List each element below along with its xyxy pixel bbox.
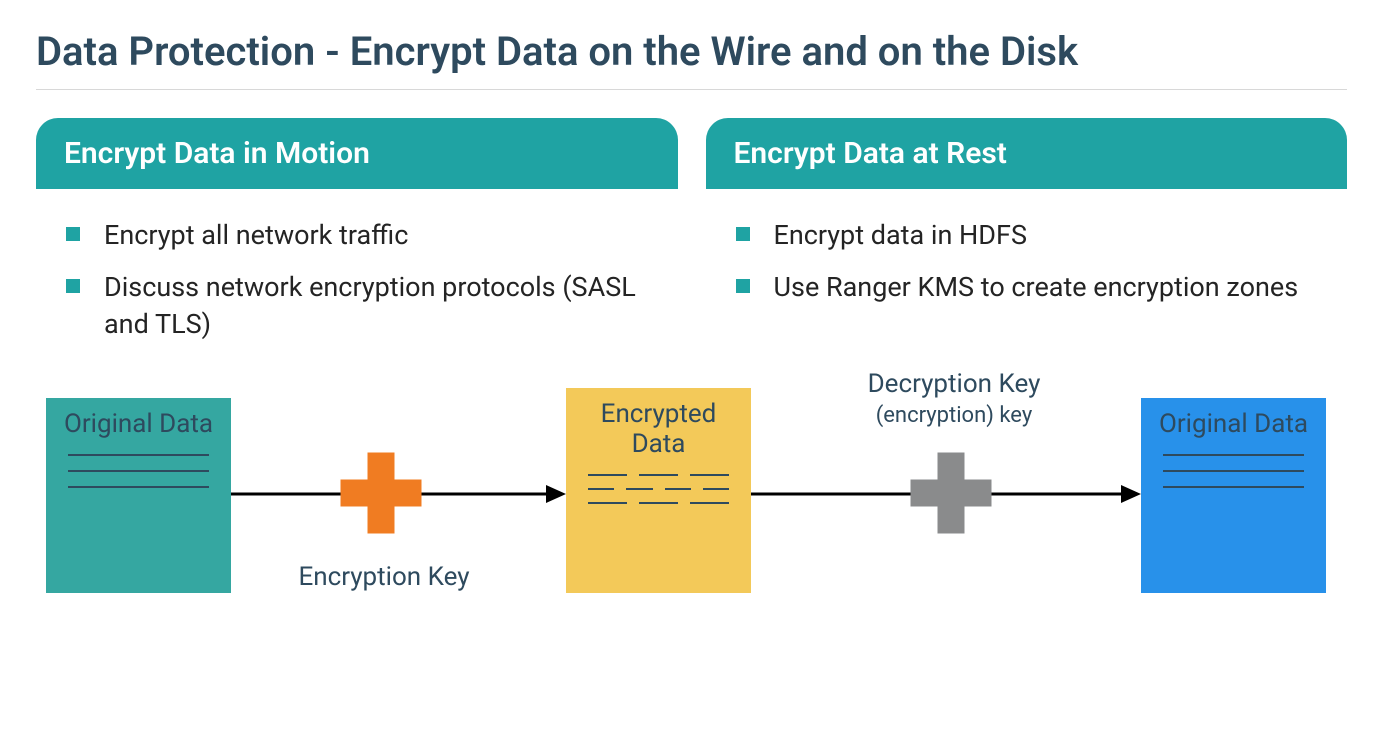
doc-lines-icon (62, 454, 215, 488)
doc-lines-icon (1157, 454, 1310, 488)
columns: Encrypt Data in Motion Encrypt all netwo… (36, 118, 1347, 358)
right-bullets: Encrypt data in HDFS Use Ranger KMS to c… (706, 189, 1348, 306)
right-column: Encrypt Data at Rest Encrypt data in HDF… (706, 118, 1348, 358)
box-label: Encrypted Data (582, 400, 735, 460)
left-heading: Encrypt Data in Motion (36, 118, 678, 189)
encryption-key-label: Encryption Key (284, 563, 484, 593)
decryption-key-label: Decryption Key (encryption) key (814, 370, 1094, 430)
bullet-item: Encrypt all network traffic (66, 217, 668, 253)
divider (36, 89, 1347, 90)
bullet-item: Encrypt data in HDFS (736, 217, 1338, 253)
bullet-item: Discuss network encryption protocols (SA… (66, 269, 668, 342)
right-heading: Encrypt Data at Rest (706, 118, 1348, 189)
box-label: Original Data (62, 410, 215, 440)
encryption-diagram: Original Data Encrypted Data Original Da… (36, 388, 1347, 648)
left-column: Encrypt Data in Motion Encrypt all netwo… (36, 118, 678, 358)
slide-title: Data Protection - Encrypt Data on the Wi… (36, 28, 1347, 75)
original-data-box-right: Original Data (1141, 398, 1326, 593)
doc-lines-dashed-icon (582, 474, 735, 502)
encrypted-data-box: Encrypted Data (566, 388, 751, 593)
plus-icon-decryption (906, 448, 996, 538)
decryption-key-label-line1: Decryption Key (868, 369, 1041, 399)
decryption-key-label-line2: (encryption) key (876, 403, 1033, 428)
bullet-item: Use Ranger KMS to create encryption zone… (736, 269, 1338, 305)
left-bullets: Encrypt all network traffic Discuss netw… (36, 189, 678, 342)
original-data-box-left: Original Data (46, 398, 231, 593)
box-label: Original Data (1157, 410, 1310, 440)
plus-icon-encryption (336, 448, 426, 538)
